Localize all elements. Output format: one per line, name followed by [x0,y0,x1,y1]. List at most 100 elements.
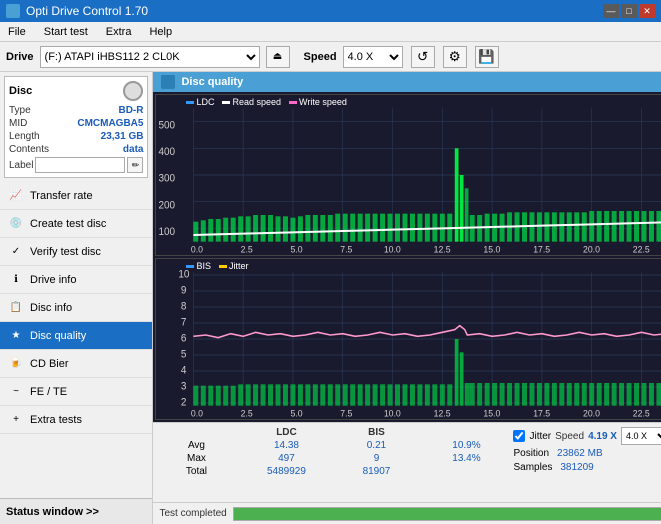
menu-start-test[interactable]: Start test [40,24,92,40]
sidebar-item-transfer-rate[interactable]: 📈 Transfer rate [0,182,152,210]
sidebar-item-create-test-disc[interactable]: 💿 Create test disc [0,210,152,238]
disc-info-label: Disc info [30,302,72,314]
extra-tests-label: Extra tests [30,414,82,426]
verify-test-disc-icon: ✓ [8,244,24,260]
sidebar: Disc Type BD-R MID CMCMAGBA5 Length 23,3… [0,72,153,524]
drive-select[interactable]: (F:) ATAPI iHBS112 2 CL0K [40,46,260,68]
drivebar: Drive (F:) ATAPI iHBS112 2 CL0K ⏏ Speed … [0,42,661,72]
svg-text:0.0: 0.0 [191,408,203,418]
fe-te-icon: ~ [8,384,24,400]
transfer-rate-icon: 📈 [8,188,24,204]
samples-label: Samples [513,462,552,473]
disc-info-icon: 📋 [8,300,24,316]
svg-text:7.5: 7.5 [341,244,353,254]
avg-bis: 0.21 [341,440,411,451]
label-edit-button[interactable]: ✏ [127,157,143,173]
svg-text:2.5: 2.5 [241,244,253,254]
svg-text:100: 100 [159,227,176,238]
total-label: Total [161,466,231,477]
titlebar-left: Opti Drive Control 1.70 [6,4,148,18]
svg-text:7.5: 7.5 [341,408,353,418]
app-icon [6,4,20,18]
svg-text:20.0: 20.0 [583,408,600,418]
bis-legend-color [186,265,194,268]
close-button[interactable]: ✕ [639,4,655,18]
disc-quality-label: Disc quality [30,330,86,342]
progress-bar-outer [233,507,661,521]
drive-info-icon: ℹ [8,272,24,288]
stats-jitter-header [431,427,501,438]
svg-text:22.5: 22.5 [633,244,650,254]
sidebar-item-drive-info[interactable]: ℹ Drive info [0,266,152,294]
extra-tests-icon: + [8,412,24,428]
svg-text:10.0: 10.0 [384,408,401,418]
svg-text:5.0: 5.0 [291,244,303,254]
top-chart: LDC Read speed Write speed [155,94,661,256]
menu-extra[interactable]: Extra [102,24,136,40]
menubar: File Start test Extra Help [0,22,661,42]
sidebar-item-extra-tests[interactable]: + Extra tests [0,406,152,434]
label-row: Label ✏ [9,157,143,173]
sidebar-item-fe-te[interactable]: ~ FE / TE [0,378,152,406]
sidebar-item-verify-test-disc[interactable]: ✓ Verify test disc [0,238,152,266]
disc-contents-row: Contents data [9,144,143,155]
total-bis: 81907 [341,466,411,477]
save-button[interactable]: 💾 [475,46,499,68]
disc-quality-header: Disc quality [153,72,661,92]
refresh-button[interactable]: ↺ [411,46,435,68]
top-chart-svg: 500 400 300 200 100 18X 16X 14X 12X 10X … [156,95,661,255]
eject-button[interactable]: ⏏ [266,46,290,68]
bis-legend-label: BIS [196,261,211,271]
svg-text:2: 2 [181,397,187,408]
speed-select-stats[interactable]: 4.0 X [621,427,661,445]
disc-info-panel: Disc Type BD-R MID CMCMAGBA5 Length 23,3… [4,76,148,178]
svg-text:20.0: 20.0 [583,244,600,254]
bis-legend: BIS [186,261,211,271]
disc-quality-icon: ★ [8,328,24,344]
stats-col-empty [161,427,231,438]
bottom-chart: BIS Jitter [155,258,661,420]
position-row: Position 23862 MB [513,448,661,459]
jitter-checkbox[interactable] [513,430,525,442]
write-speed-legend: Write speed [289,97,347,107]
top-chart-legend: LDC Read speed Write speed [186,97,346,107]
drive-info-label: Drive info [30,274,76,286]
svg-text:5: 5 [181,349,187,360]
charts-area: LDC Read speed Write speed [153,92,661,422]
speed-select[interactable]: 4.0 X [343,46,403,68]
status-window-button[interactable]: Status window >> [0,498,152,524]
menu-help[interactable]: Help [145,24,176,40]
verify-test-disc-label: Verify test disc [30,246,101,258]
svg-text:7: 7 [181,317,187,328]
contents-label: Contents [9,144,49,155]
disc-icon [123,81,143,101]
label-input[interactable] [35,157,125,173]
stats-avg-row: Avg 14.38 0.21 10.9% [161,440,501,451]
type-value: BD-R [118,105,143,116]
svg-text:8: 8 [181,301,187,312]
maximize-button[interactable]: □ [621,4,637,18]
menu-file[interactable]: File [4,24,30,40]
position-label: Position [513,448,549,459]
minimize-button[interactable]: — [603,4,619,18]
disc-length-row: Length 23,31 GB [9,131,143,142]
status-window-label: Status window >> [6,506,99,518]
max-ldc: 497 [251,453,321,464]
svg-text:9: 9 [181,285,187,296]
max-label: Max [161,453,231,464]
stats-area: LDC BIS Avg 14.38 0.21 10.9% Max 497 9 1… [153,422,661,502]
svg-text:15.0: 15.0 [484,244,501,254]
sidebar-item-disc-info[interactable]: 📋 Disc info [0,294,152,322]
write-speed-legend-label: Write speed [299,97,347,107]
svg-text:12.5: 12.5 [434,244,451,254]
sidebar-item-disc-quality[interactable]: ★ Disc quality [0,322,152,350]
create-test-disc-icon: 💿 [8,216,24,232]
svg-text:3: 3 [181,381,187,392]
stats-total-row: Total 5489929 81907 [161,466,501,477]
progress-bar-inner [234,508,661,520]
sidebar-item-cd-bier[interactable]: 🍺 CD Bier [0,350,152,378]
stats-table: LDC BIS Avg 14.38 0.21 10.9% Max 497 9 1… [153,423,509,502]
disc-mid-row: MID CMCMAGBA5 [9,118,143,129]
total-ldc: 5489929 [251,466,321,477]
settings-button[interactable]: ⚙ [443,46,467,68]
